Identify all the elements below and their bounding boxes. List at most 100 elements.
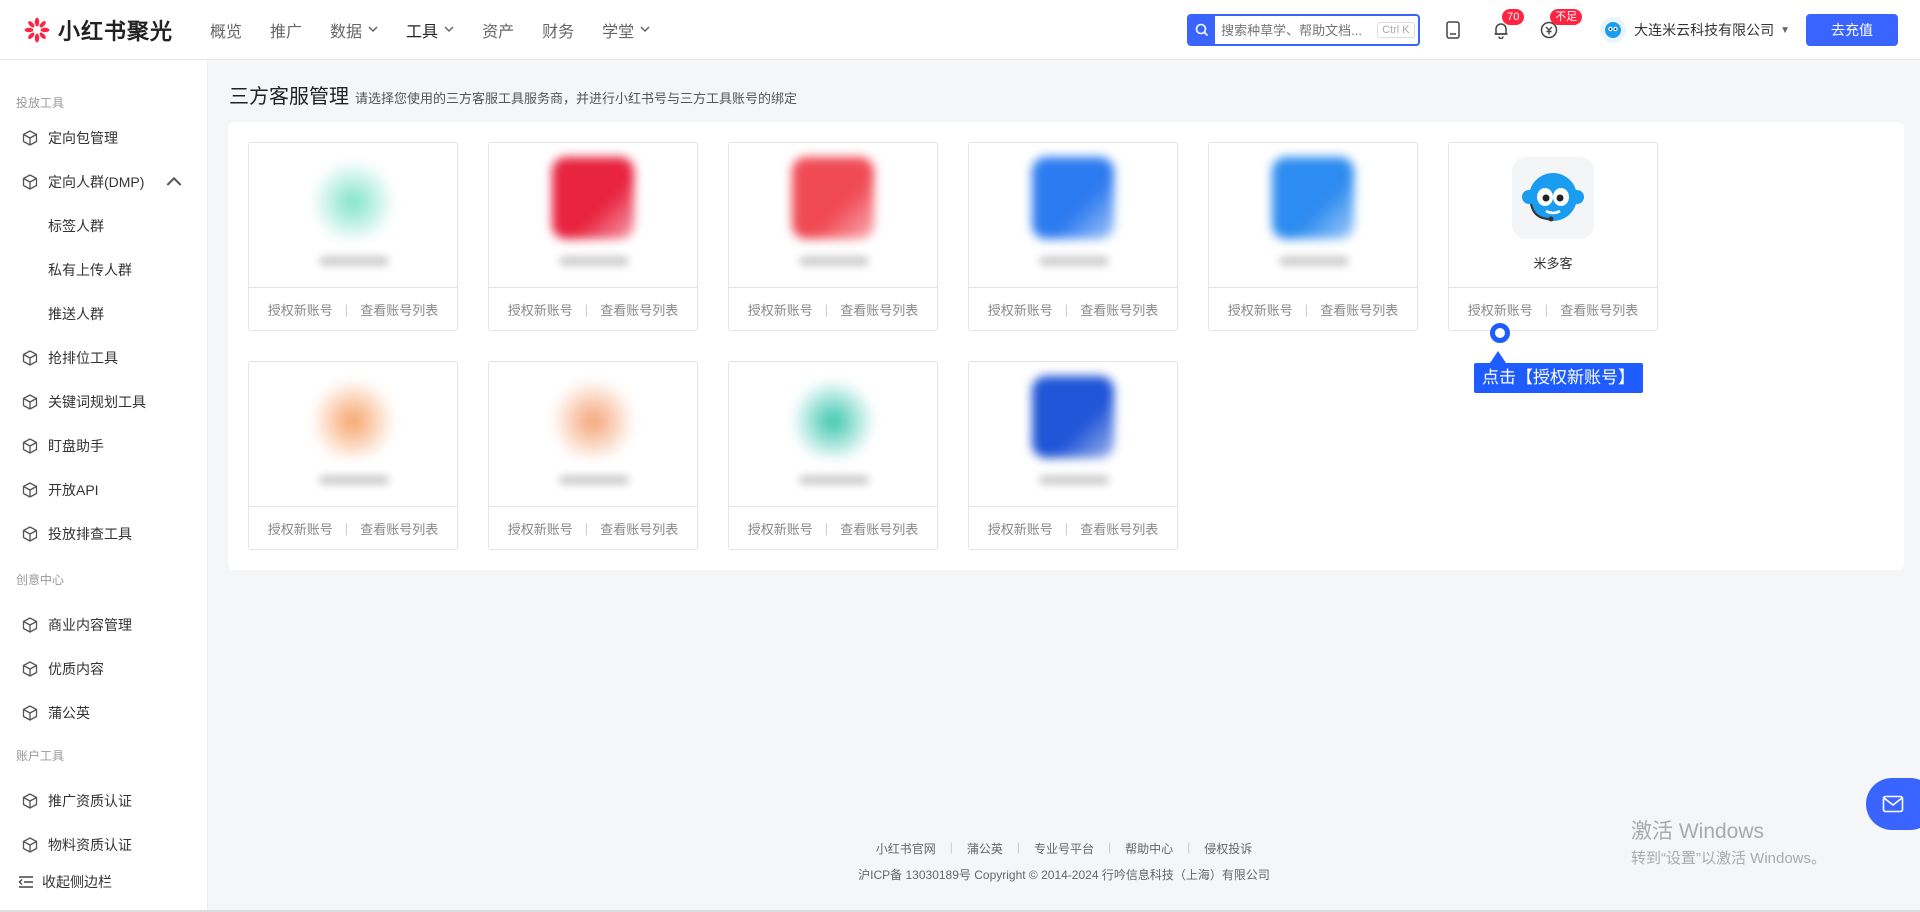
sidebar-item-label: 开放API <box>48 482 99 498</box>
authorize-new-account-link[interactable]: 授权新账号 <box>508 519 573 538</box>
recharge-button[interactable]: 去充值 <box>1806 14 1898 46</box>
nav-item-3[interactable]: 工具 <box>406 0 454 60</box>
provider-name-blurred <box>319 256 389 266</box>
authorize-new-account-link[interactable]: 授权新账号 <box>268 519 333 538</box>
cube-icon <box>22 394 48 410</box>
cube-icon <box>22 350 48 366</box>
provider-card-actions: 授权新账号 | 查看账号列表 <box>489 506 697 550</box>
nav-item-6[interactable]: 学堂 <box>602 0 650 60</box>
sidebar-item-7[interactable]: 商业内容管理 <box>22 615 192 635</box>
search-shortcut: Ctrl K <box>1377 22 1415 38</box>
sidebar-item-0[interactable]: 定向包管理 <box>22 128 192 148</box>
footer-link-1[interactable]: 蒲公英 <box>967 840 1003 857</box>
view-account-list-link[interactable]: 查看账号列表 <box>1080 300 1158 319</box>
sidebar-item-3[interactable]: 关键词规划工具 <box>22 392 192 412</box>
nav-item-1[interactable]: 推广 <box>270 0 302 60</box>
view-account-list-link[interactable]: 查看账号列表 <box>840 300 918 319</box>
view-account-list-link[interactable]: 查看账号列表 <box>360 300 438 319</box>
divider: | <box>1544 302 1549 317</box>
sidebar-item-4[interactable]: 盯盘助手 <box>22 436 192 456</box>
footer-link-4[interactable]: 侵权投诉 <box>1204 840 1252 857</box>
mobile-preview-icon[interactable] <box>1442 19 1464 41</box>
view-account-list-link[interactable]: 查看账号列表 <box>360 519 438 538</box>
view-account-list-link[interactable]: 查看账号列表 <box>1320 300 1398 319</box>
view-account-list-link[interactable]: 查看账号列表 <box>600 519 678 538</box>
authorize-new-account-link[interactable]: 授权新账号 <box>988 300 1053 319</box>
sidebar-item-label: 抢排位工具 <box>48 350 118 366</box>
notification-badge: 70 <box>1502 9 1525 25</box>
chevron-up-icon[interactable] <box>166 173 192 192</box>
divider: | <box>1064 521 1069 536</box>
cube-icon <box>22 705 48 721</box>
authorize-new-account-link[interactable]: 授权新账号 <box>268 300 333 319</box>
cube-icon <box>22 130 48 146</box>
authorize-new-account-link[interactable]: 授权新账号 <box>508 300 573 319</box>
sidebar-item-6[interactable]: 投放排查工具 <box>22 524 192 544</box>
nav-item-0[interactable]: 概览 <box>210 0 242 60</box>
sidebar-item-label: 优质内容 <box>48 661 104 677</box>
cube-icon <box>22 174 48 190</box>
footer-link-0[interactable]: 小红书官网 <box>876 840 936 857</box>
sidebar-section-title: 创意中心 <box>16 573 65 587</box>
footer-copyright: 沪ICP备 13030189号 Copyright © 2014-2024 行吟… <box>858 868 1270 882</box>
authorize-new-account-link[interactable]: 授权新账号 <box>748 300 813 319</box>
top-bar: 小红书聚光 概览 推广 数据 工具 资产 财务 学堂 Ctrl K 70 不足 <box>0 0 1920 60</box>
authorize-new-account-link[interactable]: 授权新账号 <box>1468 300 1533 319</box>
provider-name-blurred <box>1279 256 1349 266</box>
view-account-list-link[interactable]: 查看账号列表 <box>1560 300 1638 319</box>
sidebar-subitem-0[interactable]: 标签人群 <box>48 216 104 236</box>
caret-down-icon: ▼ <box>1780 24 1790 36</box>
chevron-down-icon <box>640 24 650 36</box>
sidebar-section-title: 投放工具 <box>16 96 65 110</box>
provider-card-actions: 授权新账号 | 查看账号列表 <box>249 506 457 550</box>
footer-link-3[interactable]: 帮助中心 <box>1125 840 1173 857</box>
logo[interactable]: 小红书聚光 <box>24 14 210 46</box>
nav-item-label: 数据 <box>330 23 363 41</box>
nav-item-4[interactable]: 资产 <box>482 0 514 60</box>
provider-card-actions: 授权新账号 | 查看账号列表 <box>489 287 697 331</box>
divider: | <box>1108 840 1112 854</box>
authorize-new-account-link[interactable]: 授权新账号 <box>988 519 1053 538</box>
nav-item-2[interactable]: 数据 <box>330 0 378 60</box>
logo-flower-icon <box>24 17 50 42</box>
sidebar-item-label: 商业内容管理 <box>48 617 132 633</box>
balance-icon[interactable]: 不足 <box>1538 9 1583 41</box>
sidebar-item-8[interactable]: 优质内容 <box>22 659 192 679</box>
search-icon[interactable] <box>1189 16 1216 44</box>
view-account-list-link[interactable]: 查看账号列表 <box>1080 519 1158 538</box>
divider: | <box>344 302 349 317</box>
divider: | <box>824 302 829 317</box>
sidebar-item-label: 定向包管理 <box>48 130 118 146</box>
view-account-list-link[interactable]: 查看账号列表 <box>600 300 678 319</box>
authorize-new-account-link[interactable]: 授权新账号 <box>748 519 813 538</box>
sidebar-item-10[interactable]: 推广资质认证 <box>22 791 192 811</box>
divider: | <box>1304 302 1309 317</box>
search-input[interactable] <box>1221 22 1372 38</box>
sidebar-subitem-1[interactable]: 私有上传人群 <box>48 260 132 280</box>
search-box[interactable]: Ctrl K <box>1187 14 1421 46</box>
nav-item-5[interactable]: 财务 <box>542 0 574 60</box>
provider-name-blurred <box>799 256 869 266</box>
nav-item-label: 财务 <box>542 23 575 41</box>
cube-icon <box>22 482 48 498</box>
sidebar-item-label: 关键词规划工具 <box>48 394 146 410</box>
authorize-new-account-link[interactable]: 授权新账号 <box>1228 300 1293 319</box>
company-switcher[interactable]: 大连米云科技有限公司 ▼ <box>1600 17 1790 43</box>
sidebar-item-label: 蒲公英 <box>48 705 90 721</box>
footer-link-2[interactable]: 专业号平台 <box>1034 840 1094 857</box>
provider-logo-icon <box>1032 157 1114 239</box>
sidebar-item-9[interactable]: 蒲公英 <box>22 703 192 723</box>
notification-bell-icon[interactable]: 70 <box>1490 9 1525 41</box>
provider-name-blurred <box>1039 475 1109 485</box>
page-description: 请选择您使用的三方客服工具服务商，并进行小红书号与三方工具账号的绑定 <box>355 91 798 106</box>
cube-icon <box>22 438 48 454</box>
sidebar-subitem-2[interactable]: 推送人群 <box>48 304 104 324</box>
sidebar-item-2[interactable]: 抢排位工具 <box>22 348 192 368</box>
sidebar-item-1[interactable]: 定向人群(DMP) <box>22 172 192 192</box>
watermark-line1: 激活 Windows <box>1631 820 1765 843</box>
provider-card-5: 米多客 授权新账号 | 查看账号列表 <box>1448 142 1658 331</box>
floating-message-button[interactable] <box>1866 778 1920 830</box>
view-account-list-link[interactable]: 查看账号列表 <box>840 519 918 538</box>
sidebar-item-5[interactable]: 开放API <box>22 480 192 500</box>
provider-card-0: 授权新账号 | 查看账号列表 <box>248 142 458 331</box>
